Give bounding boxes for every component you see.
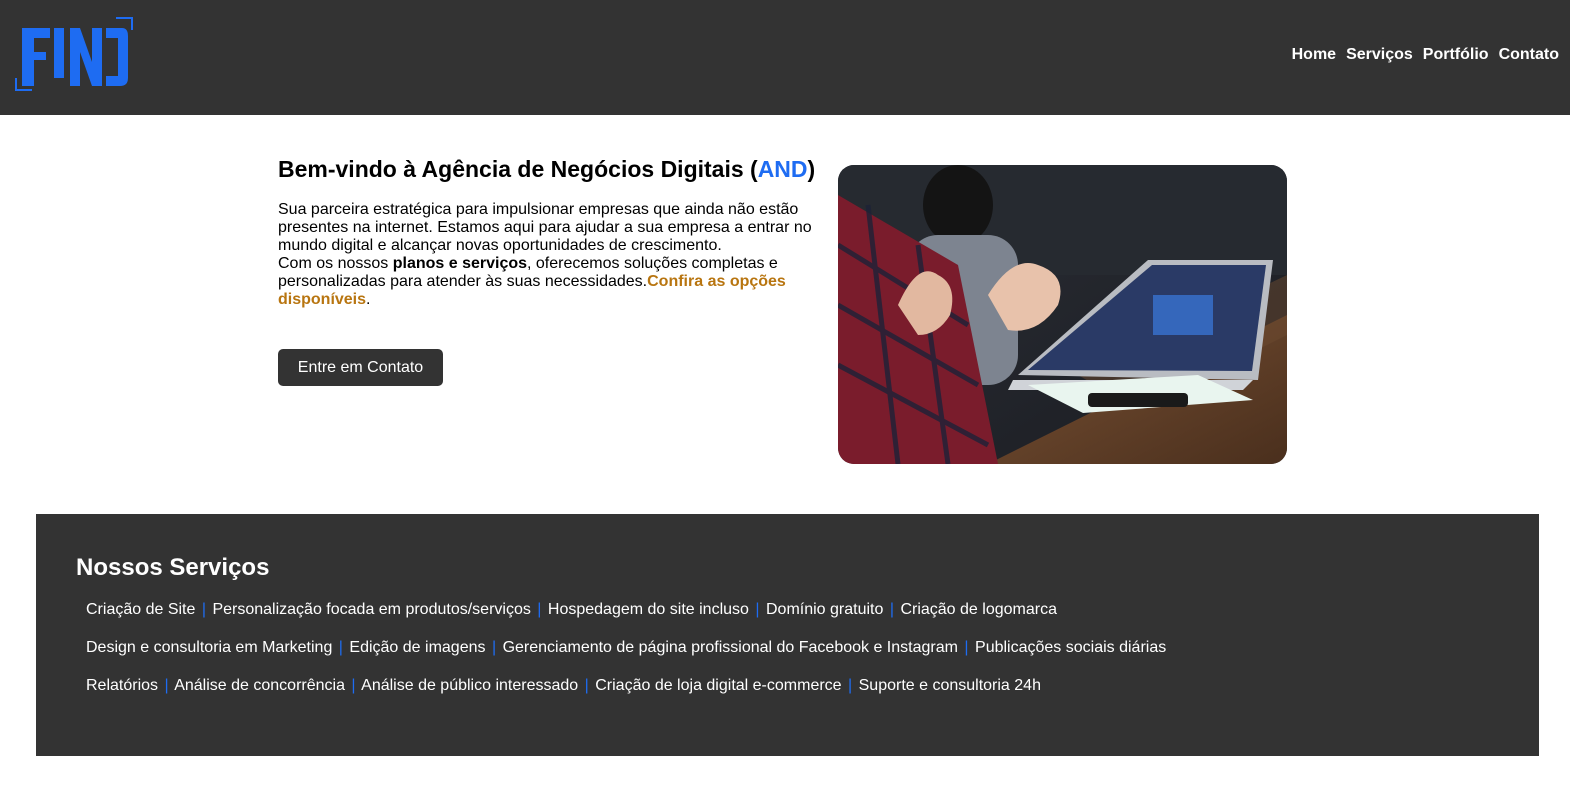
- service-item: Criação de loja digital e-commerce: [595, 677, 842, 694]
- hero-paragraph-2-end: .: [366, 291, 371, 308]
- nav-servicos[interactable]: Serviços: [1346, 45, 1413, 65]
- hero-section: Bem-vindo à Agência de Negócios Digitais…: [278, 155, 823, 309]
- separator: |: [351, 677, 356, 694]
- hero-title-suffix: ): [807, 156, 816, 182]
- service-item: Hospedagem do site incluso: [547, 601, 749, 618]
- and-logo-icon[interactable]: [14, 16, 134, 92]
- services-row-1: Criação de Site | Personalização focada …: [86, 601, 1057, 619]
- hero-description: Sua parceira estratégica para impulsiona…: [278, 201, 823, 309]
- separator: |: [201, 601, 206, 618]
- hero-paragraph-1: Sua parceira estratégica para impulsiona…: [278, 201, 812, 254]
- contact-button[interactable]: Entre em Contato: [278, 349, 443, 386]
- separator: |: [584, 677, 589, 694]
- service-item: Análise de público interessado: [361, 677, 579, 694]
- separator: |: [491, 639, 497, 656]
- service-item: Suporte e consultoria 24h: [858, 677, 1041, 694]
- main-nav: Home Serviços Portfólio Contato: [1292, 45, 1559, 65]
- separator: |: [755, 601, 760, 618]
- service-item: Relatórios: [86, 677, 159, 694]
- service-item: Edição de imagens: [349, 639, 486, 656]
- nav-contato[interactable]: Contato: [1499, 45, 1559, 65]
- office-meeting-photo: [838, 165, 1287, 464]
- service-item: Design e consultoria em Marketing: [86, 639, 333, 656]
- separator: |: [889, 601, 894, 618]
- separator: |: [164, 677, 169, 694]
- nav-portfolio[interactable]: Portfólio: [1423, 45, 1489, 65]
- service-item: Análise de concorrência: [174, 677, 345, 694]
- service-item: Domínio gratuito: [765, 601, 884, 618]
- hero-paragraph-2-prefix: Com os nossos: [278, 255, 393, 272]
- hero-plans-bold: planos e serviços: [392, 255, 528, 272]
- separator: |: [338, 639, 343, 656]
- separator: |: [848, 677, 853, 694]
- hero-title-prefix: Bem-vindo à Agência de Negócios Digitais…: [278, 156, 758, 182]
- nav-home[interactable]: Home: [1292, 45, 1336, 65]
- services-row-2: Design e consultoria em Marketing | Ediç…: [86, 639, 1166, 657]
- hero-title-accent: AND: [757, 156, 808, 182]
- separator: |: [537, 601, 542, 618]
- separator: |: [964, 639, 969, 656]
- services-row-3: Relatórios | Análise de concorrência | A…: [86, 677, 1041, 695]
- services-title: Nossos Serviços: [76, 554, 270, 581]
- site-header: Home Serviços Portfólio Contato: [0, 0, 1570, 115]
- service-item: Criação de Site: [86, 601, 196, 618]
- service-item: Gerenciamento de página profissional do …: [502, 639, 958, 656]
- service-item: Personalização focada em produtos/serviç…: [212, 601, 531, 618]
- hero-title: Bem-vindo à Agência de Negócios Digitais…: [278, 155, 823, 183]
- services-section: Nossos Serviços Criação de Site | Person…: [36, 514, 1539, 756]
- service-item: Publicações sociais diárias: [975, 639, 1167, 656]
- service-item: Criação de logomarca: [900, 601, 1057, 618]
